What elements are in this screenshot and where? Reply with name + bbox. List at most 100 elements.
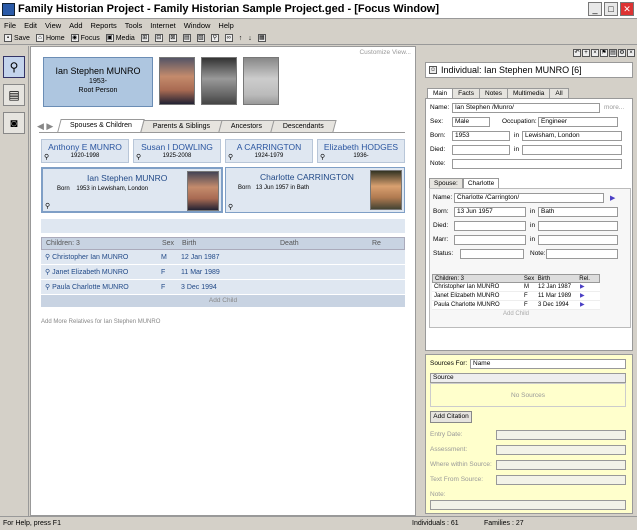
magnifier-icon[interactable]: ⚲ [44,153,49,161]
table-row[interactable]: Christopher Ian MUNRO M 12 Jan 1987 ▶ [432,283,600,292]
minimize-button[interactable]: _ [588,2,602,16]
print-icon[interactable]: ▤ [609,49,617,57]
spouse-card[interactable]: Charlotte CARRINGTON Born 13 Jun 1957 in… [225,167,405,213]
add-icon[interactable]: + [582,49,590,57]
record-icon[interactable]: ▤ [182,34,191,42]
home-button[interactable]: ⌂ Home [35,34,65,42]
magnifier-icon[interactable]: ⚲ [45,254,50,261]
undo-icon[interactable]: ↶ [573,49,581,57]
down-arrow-icon[interactable]: ↓ [248,35,252,42]
media-button[interactable]: ▣ Media [105,34,135,42]
marriage-place-field[interactable] [538,235,618,245]
close-button[interactable]: ✕ [620,2,634,16]
focus-button[interactable]: ◉ Focus [70,34,100,42]
go-arrow-icon[interactable]: ▶ [610,194,615,202]
born-place-field[interactable]: Lewisham, London [522,131,622,141]
magnifier-icon[interactable]: ⚲ [228,153,233,161]
menu-window[interactable]: Window [184,21,211,30]
tab-all[interactable]: All [549,88,569,98]
table-row[interactable]: Paula Charlotte MUNRO F 3 Dec 1994 ▶ [432,301,600,310]
status-select[interactable] [460,249,524,259]
sources-for-select[interactable]: Name [470,359,626,369]
magnifier-icon[interactable]: ⚲ [45,284,50,291]
table-row[interactable]: ⚲ Janet Elizabeth MUNRO F 11 Mar 1989 [41,265,405,280]
grandparent-card[interactable]: Susan I DOWLING 1925-2008 ⚲ [133,139,221,163]
magnifier-icon[interactable]: ⚲ [320,153,325,161]
grandparent-card[interactable]: Elizabeth HODGES 1936- ⚲ [317,139,405,163]
menu-file[interactable]: File [4,21,16,30]
chart-icon[interactable]: ⊟ [154,34,163,42]
source-note-field[interactable] [430,500,626,510]
up-arrow-icon[interactable]: ↑ [239,35,243,42]
magnifier-icon[interactable]: ⚲ [136,153,141,161]
save-button[interactable]: ▪ Save [4,34,30,42]
focus-person-card[interactable]: Ian Stephen MUNRO 1953- Root Person [43,57,153,107]
table-row[interactable]: ⚲ Christopher Ian MUNRO M 12 Jan 1987 [41,250,405,265]
spouse-died-date-field[interactable] [454,221,526,231]
go-arrow-icon[interactable]: ▶ [580,283,600,291]
menu-add[interactable]: Add [69,21,82,30]
tab-parents-siblings[interactable]: Parents & Siblings [140,120,223,132]
table-row[interactable]: Janet Elizabeth MUNRO F 11 Mar 1989 ▶ [432,292,600,301]
binoculars-icon[interactable]: ∞ [224,34,233,42]
add-more-relatives-link[interactable]: Add More Relatives for Ian Stephen MUNRO [41,319,160,325]
where-within-source-field[interactable] [496,460,626,470]
sex-select[interactable]: Male [452,117,490,127]
marriage-date-field[interactable] [454,235,526,245]
spouse-died-place-field[interactable] [538,221,618,231]
tab-multimedia[interactable]: Multimedia [506,88,551,98]
magnifier-icon[interactable]: ⚲ [45,202,50,210]
more-link[interactable]: more... [604,104,624,111]
go-arrow-icon[interactable]: ▶ [580,292,600,300]
portrait-photo[interactable] [201,57,237,105]
portrait-photo[interactable] [159,57,195,105]
menu-edit[interactable]: Edit [24,21,37,30]
portrait-photo[interactable] [370,170,402,210]
text-from-source-field[interactable] [496,475,626,485]
spouse-born-date-field[interactable]: 13 Jun 1957 [454,207,526,217]
grandparent-card[interactable]: A CARRINGTON 1924-1979 ⚲ [225,139,313,163]
family-band[interactable] [41,219,405,233]
died-date-field[interactable] [452,145,510,155]
born-date-field[interactable]: 1953 [452,131,510,141]
assessment-select[interactable] [496,445,626,455]
tab-notes[interactable]: Notes [479,88,508,98]
magnifier-icon[interactable]: ⚲ [228,203,233,211]
pane-splitter[interactable] [416,46,423,516]
spouse-name-field[interactable]: Charlotte /Carrington/ [454,193,604,203]
entry-date-field[interactable] [496,430,626,440]
magnifier-icon[interactable]: ⚲ [45,269,50,276]
note-field[interactable] [452,159,622,169]
tab-descendants[interactable]: Descendants [270,120,337,132]
table-row[interactable]: ⚲ Paula Charlotte MUNRO F 3 Dec 1994 [41,280,405,295]
menu-tools[interactable]: Tools [125,21,143,30]
occupation-field[interactable]: Engineer [538,117,618,127]
report-icon[interactable]: ▦ [257,34,266,42]
died-place-field[interactable] [522,145,622,155]
go-arrow-icon[interactable]: ▶ [580,301,600,309]
mini-add-child-button[interactable]: Add Child [432,310,600,319]
spouse-born-place-field[interactable]: Bath [538,207,618,217]
add-citation-button[interactable]: Add Citation [430,411,472,423]
settings-icon[interactable]: ⚙ [618,49,626,57]
menu-reports[interactable]: Reports [91,21,117,30]
name-field[interactable]: Ian Stephen /Munro/ [452,103,600,113]
tab-ancestors[interactable]: Ancestors [218,120,275,132]
portrait-photo[interactable] [243,57,279,105]
customize-view-link[interactable]: Customize View... [359,49,411,56]
tab-main[interactable]: Main [427,88,454,98]
spouse-tab-charlotte[interactable]: Charlotte [462,178,500,188]
portrait-photo[interactable] [187,171,219,211]
media-view-button[interactable]: ◙ [3,112,25,134]
menu-internet[interactable]: Internet [150,21,175,30]
maximize-button[interactable]: □ [604,2,618,16]
merge-icon[interactable]: ⊠ [168,34,177,42]
focus-view-button[interactable]: ⚲ [3,56,25,78]
tree-icon[interactable]: ⊞ [140,34,149,42]
add-child-button[interactable]: Add Child [41,295,405,307]
flag-icon[interactable]: ⚑ [600,49,608,57]
search-icon[interactable]: ⚲ [210,34,219,42]
records-view-button[interactable]: ▤ [3,84,25,106]
image-icon[interactable]: ▧ [196,34,205,42]
back-forward-nav[interactable]: ◀ ▶ [37,121,53,132]
